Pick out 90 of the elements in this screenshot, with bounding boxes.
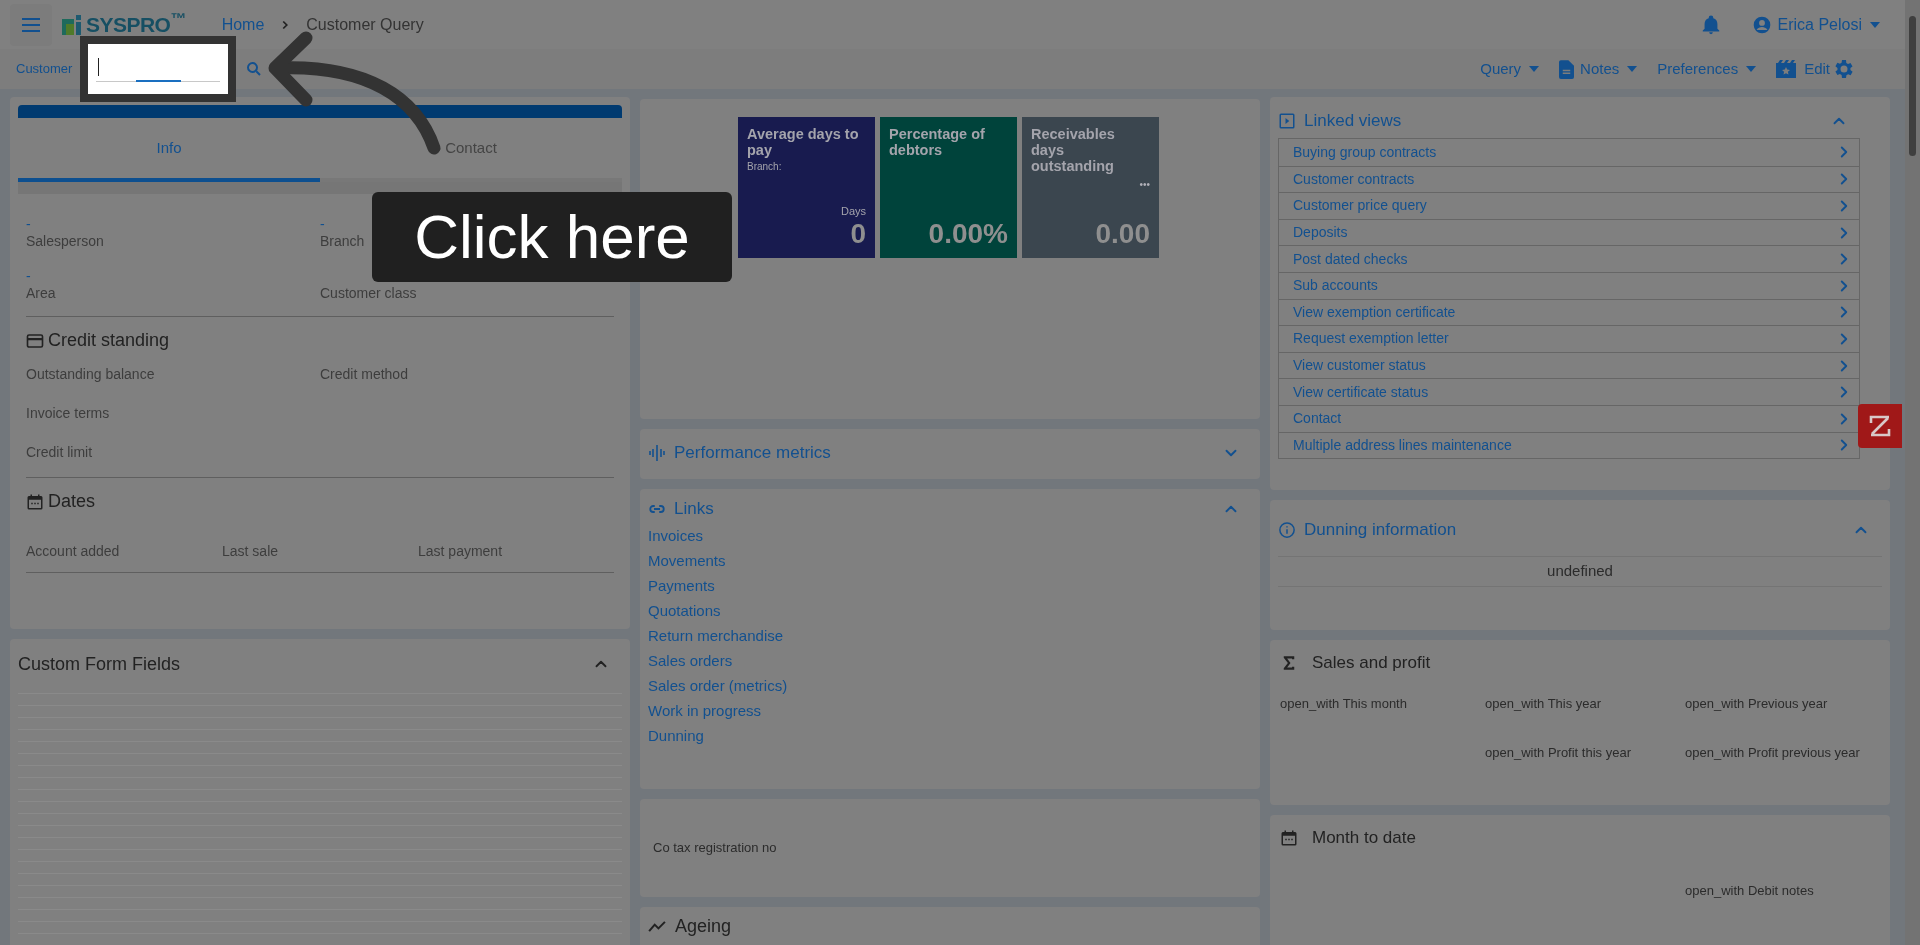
card-title: Links	[674, 498, 714, 521]
linked-view-item[interactable]: Customer price query	[1279, 192, 1859, 219]
field-label: open_with Previous year	[1685, 694, 1829, 713]
breadcrumb-link[interactable]: Home	[221, 12, 265, 37]
tile-title: Receivables days outstanding	[1031, 126, 1116, 174]
linked-view-item[interactable]: Deposits	[1279, 218, 1859, 246]
info-icon	[1278, 521, 1296, 539]
field-value: undefined	[1547, 561, 1613, 582]
field-label: Outstanding balance	[26, 365, 156, 384]
field-label: Branch	[320, 232, 366, 250]
field-value: -	[26, 268, 32, 284]
logo-text: SYSPRO$^{™}$	[86, 8, 186, 38]
breadcrumb-current: Customer Query	[306, 14, 424, 35]
field-label: Co tax registration no	[653, 839, 777, 858]
calendar-icon	[26, 492, 44, 511]
card-title: Ageing	[675, 915, 732, 938]
linked-view-item[interactable]: View certificate status	[1279, 378, 1859, 405]
link[interactable]: Work in progress	[648, 698, 762, 723]
card-title: Custom Form Fields	[18, 652, 181, 676]
trend-icon	[648, 920, 667, 933]
link[interactable]: Sales orders	[648, 648, 733, 673]
link[interactable]: Payments	[648, 573, 715, 598]
field-label: Credit method	[320, 365, 409, 384]
play-icon	[1278, 112, 1296, 130]
linked-view-item[interactable]: Sub accounts	[1279, 271, 1859, 299]
tile-value: 0	[850, 219, 866, 249]
linked-view-item[interactable]: Buying group contracts	[1279, 139, 1859, 166]
user-avatar-icon	[1751, 14, 1772, 35]
card-title: Dunning information	[1304, 519, 1457, 542]
field-label: Customer class	[320, 284, 418, 302]
caret-icon	[1746, 66, 1757, 72]
field-label: Invoice terms	[26, 404, 111, 423]
linked-view-item[interactable]: Post dated checks	[1279, 245, 1859, 272]
link[interactable]: Movements	[648, 548, 726, 573]
linked-view-item[interactable]: Request exemption letter	[1279, 325, 1859, 352]
tile-subtitle: Branch:	[747, 160, 783, 174]
linked-view-item[interactable]: View customer status	[1279, 351, 1859, 379]
logo-icon	[62, 14, 82, 35]
link[interactable]: Dunning	[648, 723, 704, 748]
link[interactable]: Return merchandise	[648, 623, 784, 648]
field-label: Credit limit	[26, 443, 94, 462]
calendar-icon	[1280, 828, 1298, 847]
menu-button[interactable]	[10, 3, 52, 46]
menu-dropdown[interactable]: Query	[1480, 57, 1540, 81]
more-icon[interactable]: •••	[1139, 180, 1150, 190]
linked-view-item[interactable]: Customer contracts	[1279, 165, 1859, 193]
link[interactable]: Invoices	[648, 523, 704, 548]
field-label: Area	[26, 284, 57, 302]
field-label: open_with Profit previous year	[1685, 744, 1861, 762]
field-label: Last payment	[418, 542, 504, 561]
linked-view-item[interactable]: Contact	[1279, 404, 1859, 432]
waveform-icon	[648, 444, 666, 462]
menu-dropdown[interactable]: Preferences	[1657, 57, 1757, 81]
tile-value: 0.00%	[928, 219, 1008, 249]
callout-text: Click here	[372, 192, 732, 282]
link[interactable]: Quotations	[648, 598, 721, 623]
user-menu[interactable]: Erica Pelosi	[1751, 12, 1880, 37]
card-title: Sales and profit	[1312, 652, 1431, 674]
field-label: Customer	[16, 60, 73, 79]
document-icon	[1559, 59, 1575, 79]
link[interactable]: Sales order (metrics)	[648, 673, 788, 698]
field-label: open_with Profit this year	[1485, 744, 1632, 762]
caret-icon	[1627, 66, 1638, 72]
tile-title: Average days to pay	[747, 126, 860, 158]
clapperboard-icon	[1776, 60, 1797, 78]
card-title: Month to date	[1312, 827, 1416, 849]
caret-icon	[1529, 66, 1540, 72]
linked-view-item[interactable]: View exemption certificate	[1279, 298, 1859, 326]
tile-value: 0.00	[1095, 219, 1150, 249]
menu-dropdown[interactable]: Notes	[1559, 57, 1638, 81]
section-title: Dates	[48, 490, 96, 513]
card-title: Linked views	[1304, 110, 1402, 133]
tile-unit: Days	[840, 203, 866, 219]
edit-button[interactable]: Edit	[1776, 57, 1830, 81]
field-label: Account added	[26, 542, 121, 561]
tile-title: Percentage of debtors	[889, 126, 986, 158]
field-label: open_with This month	[1280, 694, 1408, 713]
field-value: -	[320, 216, 326, 232]
field-value: -	[26, 216, 32, 232]
scrollbar[interactable]	[1905, 0, 1920, 945]
floating-action-button[interactable]	[1858, 404, 1902, 448]
field-label: open_with This year	[1485, 694, 1603, 713]
field-label: Last sale	[222, 542, 280, 561]
credit-card-icon	[26, 331, 44, 350]
section-title: Credit standing	[48, 329, 170, 352]
field-label: Salesperson	[26, 232, 105, 250]
caret-icon	[1870, 21, 1880, 28]
field-label: open_with Debit notes	[1685, 881, 1815, 900]
linked-view-item[interactable]: Multiple address lines maintenance	[1279, 431, 1859, 459]
card-title: Performance metrics	[674, 442, 831, 465]
